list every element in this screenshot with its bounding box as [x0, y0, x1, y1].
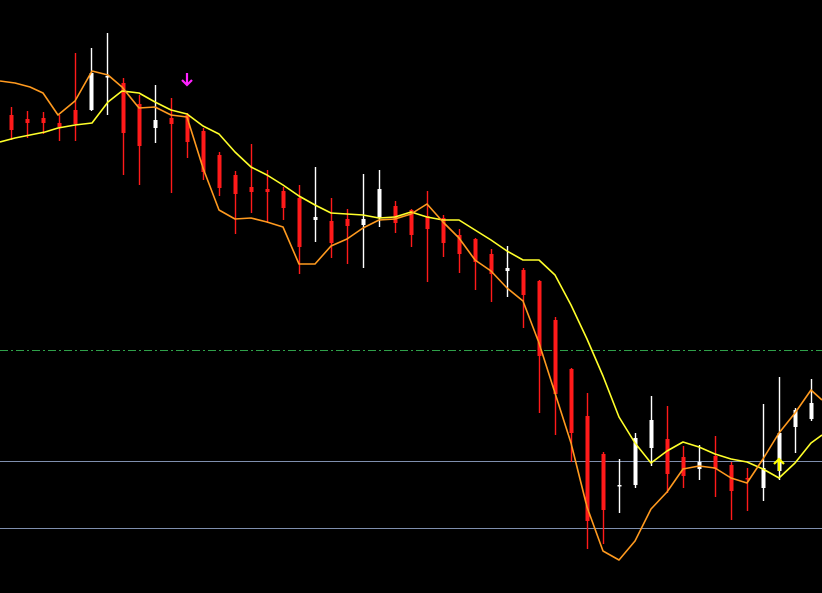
candle-body: [233, 175, 238, 194]
candle-body: [393, 206, 398, 223]
bear-candle-1: [9, 107, 14, 140]
bear-candle-33: [521, 268, 526, 328]
candle-body: [313, 217, 318, 220]
bear-candle-46: [729, 462, 734, 520]
bear-candle-14: [217, 152, 222, 196]
price-levels: [0, 350, 822, 529]
candle-body: [89, 73, 94, 110]
candle-body: [649, 420, 654, 448]
bear-candle-18: [281, 187, 286, 220]
bear-candle-31: [489, 249, 494, 302]
chart-canvas: [0, 33, 822, 561]
bear-candle-38: [601, 452, 606, 544]
candle-body: [761, 468, 766, 488]
candles: [9, 33, 814, 549]
candle-body: [169, 118, 174, 124]
signal-arrows: [181, 73, 785, 471]
candle-body: [329, 221, 334, 243]
bull-candle-10: [153, 85, 158, 143]
bear-candle-3: [41, 112, 46, 134]
candle-body: [249, 187, 254, 192]
candle-body: [281, 191, 286, 208]
bear-candle-30: [473, 238, 478, 290]
candle-body: [9, 115, 14, 130]
bear-candle-15: [233, 171, 238, 234]
bear-candle-35: [553, 317, 558, 435]
candle-body: [665, 439, 670, 474]
candle-body: [713, 456, 718, 469]
bear-candle-2: [25, 111, 30, 138]
bear-candle-17: [265, 170, 270, 223]
candle-body: [57, 123, 62, 127]
candlestick-chart: [0, 0, 822, 593]
candle-body: [809, 403, 814, 419]
bear-candle-43: [681, 446, 686, 488]
candle-body: [137, 104, 142, 146]
candle-body: [73, 110, 78, 124]
candle-body: [265, 189, 270, 192]
bull-candle-41: [649, 396, 654, 466]
bear-candle-45: [713, 436, 718, 497]
bull-candle-39: [617, 459, 622, 513]
bear-candle-21: [329, 198, 334, 258]
bear-candle-11: [169, 98, 174, 193]
bear-candle-29: [457, 229, 462, 273]
candle-body: [505, 268, 510, 271]
candle-body: [153, 120, 158, 128]
candle-body: [25, 119, 30, 123]
candle-body: [617, 485, 622, 487]
bear-candle-22: [345, 209, 350, 264]
candle-body: [217, 155, 222, 188]
candle-body: [569, 369, 574, 433]
bull-candle-23: [361, 174, 366, 268]
bear-candle-8: [121, 78, 126, 175]
candle-body: [521, 270, 526, 295]
bear-candle-47: [745, 468, 750, 511]
bear-candle-16: [249, 144, 254, 213]
bear-candle-37: [585, 393, 590, 549]
bull-candle-44: [697, 445, 702, 480]
candle-body: [553, 320, 558, 394]
candle-body: [297, 198, 302, 247]
candle-body: [601, 454, 606, 510]
candle-body: [345, 219, 350, 226]
bull-candle-48: [761, 404, 766, 501]
candle-body: [377, 189, 382, 218]
bull-candle-6: [89, 48, 94, 111]
bull-candle-51: [809, 379, 814, 421]
buy-arrow-icon: [773, 457, 785, 471]
candle-body: [681, 457, 686, 476]
sell-arrow-icon: [181, 73, 193, 87]
candle-body: [41, 118, 46, 123]
candle-body: [361, 219, 366, 225]
